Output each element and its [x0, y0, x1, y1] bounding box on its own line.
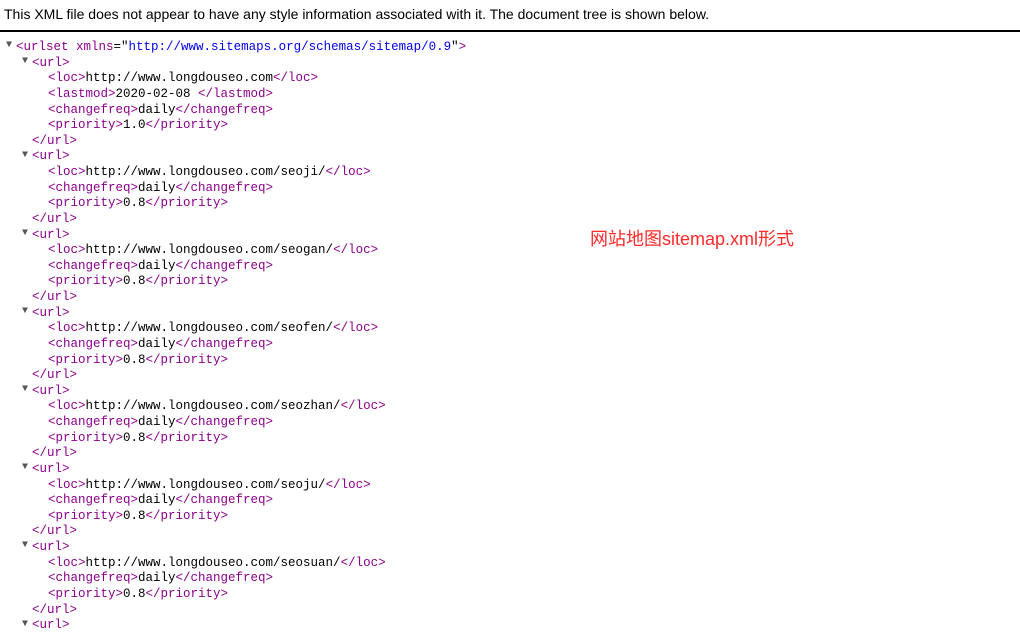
caret-spacer	[38, 259, 48, 272]
caret-spacer	[38, 244, 48, 257]
url-loc-4: <loc>http://www.longdouseo.com/seozhan/<…	[6, 399, 1020, 415]
caret-down-icon[interactable]: ▼	[22, 540, 32, 553]
url-changefreq-0: <changefreq>daily</changefreq>	[6, 103, 1020, 119]
xml-no-style-message: This XML file does not appear to have an…	[0, 0, 1020, 32]
caret-spacer	[22, 212, 32, 225]
url-changefreq-4: <changefreq>daily</changefreq>	[6, 415, 1020, 431]
urlset-open-tag[interactable]: ▼<urlset xmlns="http://www.sitemaps.org/…	[6, 40, 1020, 56]
url-open-1[interactable]: ▼<url>	[6, 149, 1020, 165]
url-loc-6: <loc>http://www.longdouseo.com/seosuan/<…	[6, 556, 1020, 572]
url-open-6[interactable]: ▼<url>	[6, 540, 1020, 556]
url-priority-2: <priority>0.8</priority>	[6, 274, 1020, 290]
caret-down-icon[interactable]: ▼	[22, 228, 32, 241]
url-loc-0: <loc>http://www.longdouseo.com</loc>	[6, 71, 1020, 87]
url-close-6: </url>	[6, 603, 1020, 619]
caret-spacer	[38, 509, 48, 522]
url-priority-4: <priority>0.8</priority>	[6, 431, 1020, 447]
url-changefreq-6: <changefreq>daily</changefreq>	[6, 571, 1020, 587]
url-priority-3: <priority>0.8</priority>	[6, 353, 1020, 369]
url-loc-3: <loc>http://www.longdouseo.com/seofen/</…	[6, 321, 1020, 337]
caret-spacer	[38, 103, 48, 116]
url-loc-2: <loc>http://www.longdouseo.com/seogan/</…	[6, 243, 1020, 259]
caret-spacer	[38, 478, 48, 491]
url-open-2[interactable]: ▼<url>	[6, 228, 1020, 244]
url-loc-5: <loc>http://www.longdouseo.com/seoju/</l…	[6, 478, 1020, 494]
url-open-5[interactable]: ▼<url>	[6, 462, 1020, 478]
url-close-3: </url>	[6, 368, 1020, 384]
url-priority-5: <priority>0.8</priority>	[6, 509, 1020, 525]
url-open-4[interactable]: ▼<url>	[6, 384, 1020, 400]
url-open-0[interactable]: ▼<url>	[6, 56, 1020, 72]
caret-spacer	[38, 181, 48, 194]
url-close-0: </url>	[6, 134, 1020, 150]
caret-spacer	[22, 447, 32, 460]
url-open-3[interactable]: ▼<url>	[6, 306, 1020, 322]
caret-spacer	[38, 572, 48, 585]
caret-spacer	[22, 290, 32, 303]
url-close-5: </url>	[6, 524, 1020, 540]
caret-spacer	[38, 353, 48, 366]
caret-spacer	[38, 165, 48, 178]
url-loc-1: <loc>http://www.longdouseo.com/seoji/</l…	[6, 165, 1020, 181]
caret-spacer	[38, 337, 48, 350]
caret-down-icon[interactable]: ▼	[22, 462, 32, 475]
url-changefreq-5: <changefreq>daily</changefreq>	[6, 493, 1020, 509]
url-open-trailing[interactable]: ▼<url>	[6, 618, 1020, 634]
url-changefreq-2: <changefreq>daily</changefreq>	[6, 259, 1020, 275]
caret-down-icon[interactable]: ▼	[22, 619, 32, 632]
caret-spacer	[22, 603, 32, 616]
caret-down-icon[interactable]: ▼	[22, 150, 32, 163]
url-priority-6: <priority>0.8</priority>	[6, 587, 1020, 603]
caret-spacer	[38, 556, 48, 569]
caret-spacer	[38, 72, 48, 85]
caret-spacer	[38, 119, 48, 132]
caret-spacer	[38, 494, 48, 507]
caret-spacer	[38, 322, 48, 335]
url-close-1: </url>	[6, 212, 1020, 228]
caret-down-icon[interactable]: ▼	[6, 40, 16, 53]
url-changefreq-1: <changefreq>daily</changefreq>	[6, 181, 1020, 197]
caret-spacer	[38, 197, 48, 210]
url-priority-0: <priority>1.0</priority>	[6, 118, 1020, 134]
caret-spacer	[38, 275, 48, 288]
url-close-2: </url>	[6, 290, 1020, 306]
caret-down-icon[interactable]: ▼	[22, 306, 32, 319]
caret-spacer	[38, 400, 48, 413]
caret-down-icon[interactable]: ▼	[22, 384, 32, 397]
caret-spacer	[38, 87, 48, 100]
url-priority-1: <priority>0.8</priority>	[6, 196, 1020, 212]
caret-spacer	[38, 431, 48, 444]
caret-spacer	[22, 134, 32, 147]
url-close-4: </url>	[6, 446, 1020, 462]
caret-spacer	[22, 369, 32, 382]
caret-spacer	[22, 525, 32, 538]
url-lastmod-0: <lastmod>2020-02-08 </lastmod>	[6, 87, 1020, 103]
url-changefreq-3: <changefreq>daily</changefreq>	[6, 337, 1020, 353]
caret-spacer	[38, 587, 48, 600]
xml-tree: ▼<urlset xmlns="http://www.sitemaps.org/…	[0, 32, 1020, 634]
caret-spacer	[38, 415, 48, 428]
caret-down-icon[interactable]: ▼	[22, 56, 32, 69]
